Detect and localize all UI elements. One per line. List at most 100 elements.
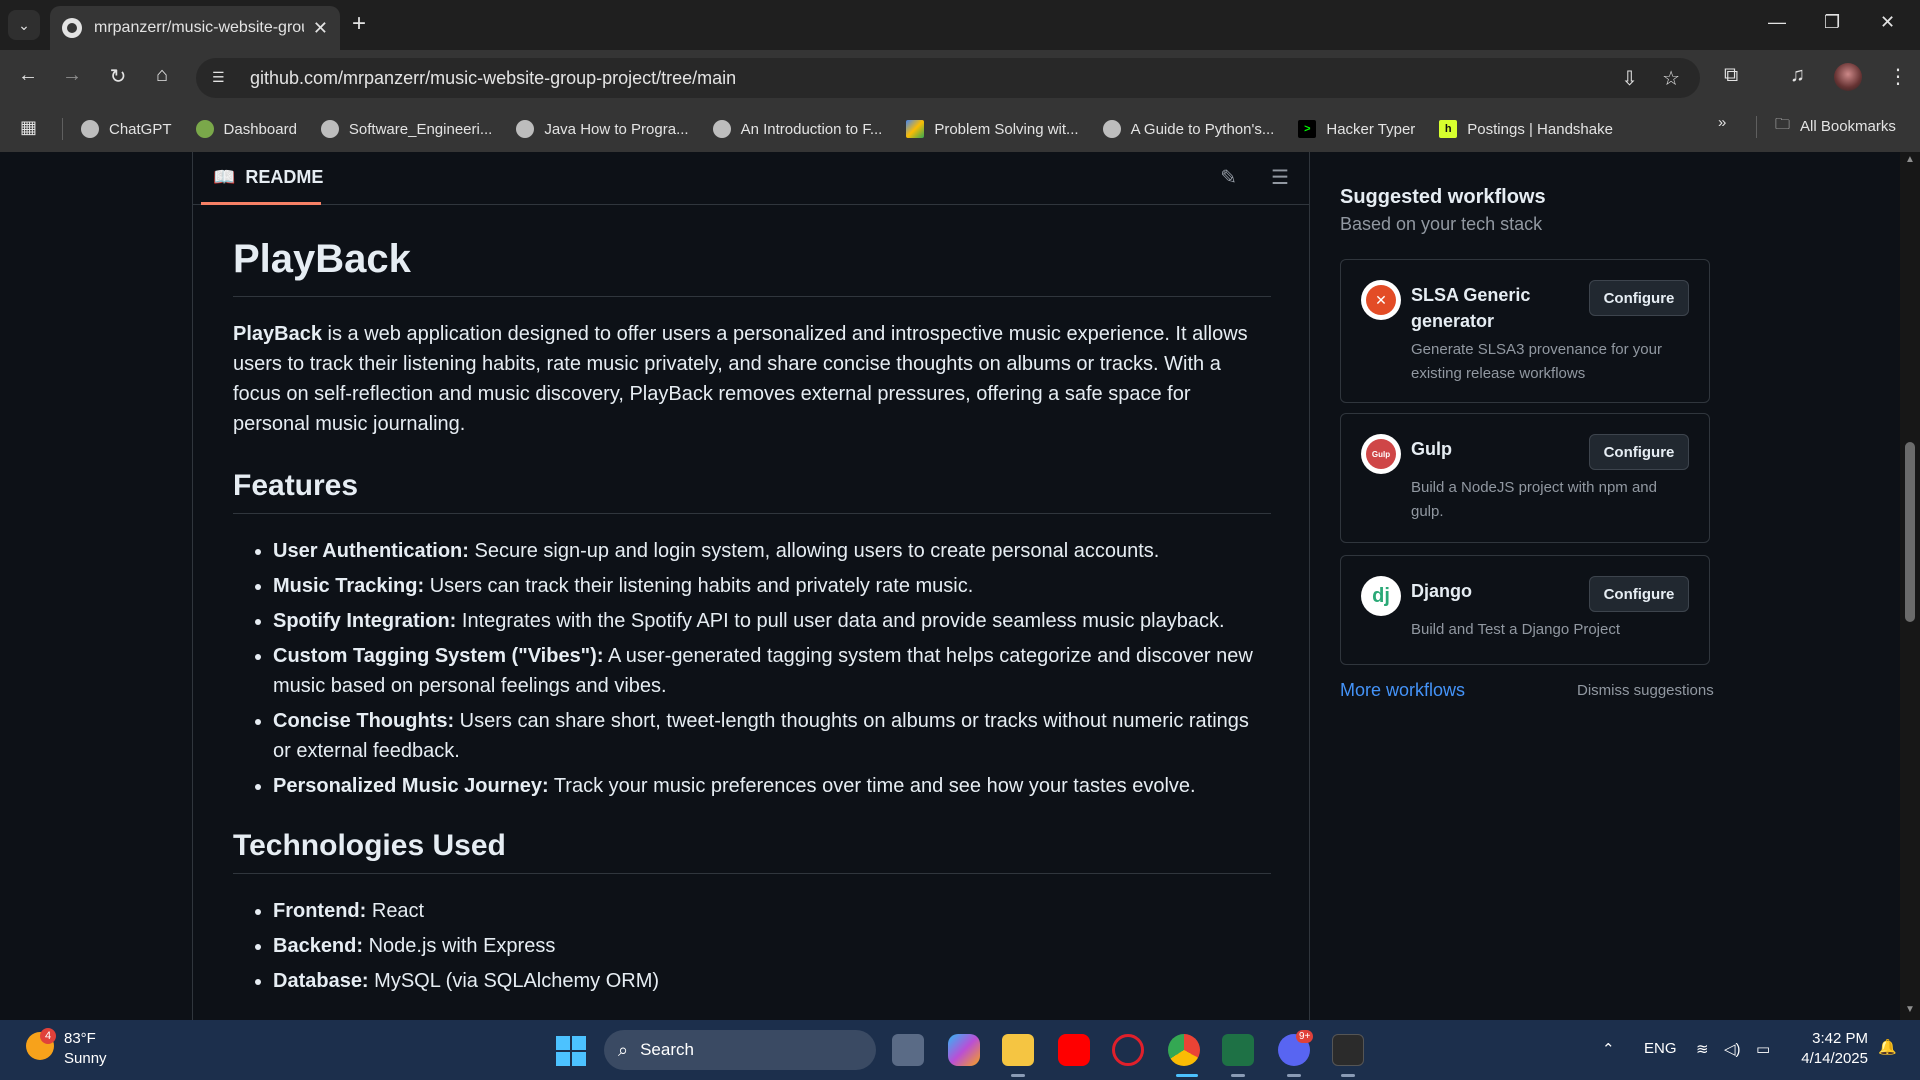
clock-time[interactable]: 3:42 PM — [1800, 1030, 1868, 1047]
minimize-icon[interactable]: — — [1768, 12, 1786, 33]
clock-date[interactable]: 4/14/2025 — [1790, 1050, 1868, 1067]
apps-grid-icon[interactable]: ▦ — [20, 117, 44, 141]
close-tab-icon[interactable]: ✕ — [313, 18, 328, 39]
new-tab-button[interactable]: + — [352, 12, 366, 36]
terminal-app-icon[interactable] — [1332, 1034, 1364, 1066]
item-bold: Spotify Integration: — [273, 610, 457, 632]
bookmark-chatgpt[interactable]: ChatGPT — [81, 120, 172, 138]
edit-pencil-icon[interactable]: ✎ — [1220, 165, 1237, 190]
outline-list-icon[interactable]: ☰ — [1271, 165, 1289, 190]
drive-icon — [906, 120, 925, 138]
battery-icon[interactable]: ▭ — [1756, 1040, 1770, 1058]
notification-bell-icon[interactable]: 🔔 — [1878, 1038, 1897, 1056]
bookmark-handshake[interactable]: h Postings | Handshake — [1439, 120, 1613, 138]
bookmark-dashboard[interactable]: Dashboard — [195, 120, 297, 138]
tab-search-button[interactable]: ⌄ — [8, 10, 40, 40]
youtube-icon[interactable] — [1058, 1034, 1090, 1066]
list-item: Concise Thoughts: Users can share short,… — [273, 706, 1271, 766]
bookmark-label: A Guide to Python's... — [1130, 120, 1275, 138]
task-view-icon[interactable] — [892, 1034, 924, 1066]
list-item: Spotify Integration: Integrates with the… — [273, 606, 1271, 636]
handshake-icon: h — [1439, 120, 1458, 138]
bookmark-introduction[interactable]: An Introduction to F... — [712, 120, 882, 138]
folder-icon: 🗀 — [1775, 116, 1791, 133]
dismiss-suggestions-link[interactable]: Dismiss suggestions — [1577, 682, 1714, 699]
chevron-up-icon[interactable]: ⌃ — [1602, 1040, 1615, 1058]
address-bar[interactable]: ☰ github.com/mrpanzerr/music-website-gro… — [196, 58, 1700, 98]
bookmark-label: Software_Engineeri... — [348, 120, 493, 138]
bookmark-hacker-typer[interactable]: > Hacker Typer — [1298, 120, 1415, 138]
running-indicator — [1231, 1074, 1245, 1077]
bookmark-problem-solving[interactable]: Problem Solving wit... — [906, 120, 1079, 138]
back-icon[interactable]: ← — [14, 64, 42, 87]
wifi-icon[interactable]: ≋ — [1696, 1040, 1709, 1058]
copilot-icon[interactable] — [948, 1034, 980, 1066]
spreadsheet-app-icon[interactable] — [1222, 1034, 1254, 1066]
chrome-icon[interactable] — [1168, 1034, 1200, 1066]
configure-button[interactable]: Configure — [1589, 280, 1689, 316]
home-icon[interactable]: ⌂ — [148, 64, 176, 87]
readme-header: 📖 README ✎ ☰ — [193, 152, 1309, 205]
restore-icon[interactable]: ❐ — [1824, 12, 1840, 33]
windows-taskbar: 4 83°F Sunny ⌕ Search 9+ ⌃ ENG ≋ ◁) ▭ 3:… — [0, 1020, 1920, 1080]
readme-panel: 📖 README ✎ ☰ PlayBack PlayBack is a web … — [192, 152, 1310, 1020]
volume-icon[interactable]: ◁) — [1724, 1040, 1741, 1058]
menu-icon[interactable]: ⋮ — [1888, 64, 1908, 89]
file-explorer-icon[interactable] — [1002, 1034, 1034, 1066]
language-indicator[interactable]: ENG — [1644, 1040, 1677, 1057]
profile-avatar[interactable] — [1834, 63, 1862, 91]
all-bookmarks-button[interactable]: 🗀 All Bookmarks — [1756, 114, 1896, 139]
item-text: Secure sign-up and login system, allowin… — [468, 540, 1160, 562]
configure-button[interactable]: Configure — [1589, 576, 1689, 612]
reload-icon[interactable]: ↻ — [104, 64, 132, 89]
close-window-icon[interactable]: ✕ — [1880, 12, 1895, 33]
site-info-icon[interactable]: ☰ — [212, 69, 230, 87]
bookmark-label: ChatGPT — [109, 120, 172, 138]
django-logo-mark: dj — [1372, 584, 1390, 607]
more-workflows-link[interactable]: More workflows — [1340, 680, 1465, 701]
list-item: Frontend: React — [273, 896, 1271, 926]
features-list: User Authentication: Secure sign-up and … — [233, 536, 1271, 801]
url-text[interactable]: github.com/mrpanzerr/music-website-group… — [250, 68, 736, 89]
item-text: MySQL (via SQLAlchemy ORM) — [368, 970, 660, 992]
bookmark-python-guide[interactable]: A Guide to Python's... — [1102, 120, 1275, 138]
opera-icon[interactable] — [1112, 1034, 1144, 1066]
windows-start-icon[interactable] — [556, 1036, 586, 1066]
install-app-icon[interactable]: ⇩ — [1621, 66, 1638, 91]
book-icon: 📖 — [213, 167, 236, 187]
item-text: Node.js with Express — [363, 935, 556, 957]
item-bold: Music Tracking: — [273, 575, 425, 597]
gulp-logo-icon: Gulp — [1361, 434, 1401, 474]
scroll-up-icon[interactable]: ▲ — [1905, 154, 1915, 165]
running-indicator — [1011, 1074, 1025, 1077]
bookmark-label: Postings | Handshake — [1467, 120, 1613, 138]
dashboard-icon — [195, 120, 214, 138]
media-control-icon[interactable]: ♫ — [1790, 64, 1805, 87]
taskbar-search[interactable]: ⌕ Search — [604, 1030, 876, 1070]
weather-condition[interactable]: Sunny — [64, 1050, 107, 1067]
item-text: Users can track their listening habits a… — [424, 575, 974, 597]
browser-tab-bar: ⌄ mrpanzerr/music-website-group-project … — [0, 0, 1920, 50]
bookmark-label: Hacker Typer — [1326, 120, 1416, 138]
bookmark-star-icon[interactable]: ☆ — [1662, 66, 1680, 91]
readme-markdown: PlayBack PlayBack is a web application d… — [233, 237, 1271, 1020]
extensions-icon[interactable]: ⧉ — [1724, 64, 1738, 87]
bookmark-software-engineering[interactable]: Software_Engineeri... — [320, 120, 493, 138]
readme-tab[interactable]: 📖 README — [201, 153, 323, 205]
browser-tab-active[interactable]: mrpanzerr/music-website-group-project ✕ — [50, 6, 340, 50]
weather-temperature[interactable]: 83°F — [64, 1030, 96, 1047]
bookmark-java[interactable]: Java How to Progra... — [516, 120, 689, 138]
workflow-description: Build and Test a Django Project — [1411, 621, 1621, 638]
page-content: 📖 README ✎ ☰ PlayBack PlayBack is a web … — [0, 152, 1920, 1020]
scroll-thumb[interactable] — [1905, 442, 1915, 622]
workflow-card-gulp: Gulp Gulp Build a NodeJS project with np… — [1340, 413, 1710, 543]
configure-button[interactable]: Configure — [1589, 434, 1689, 470]
workflow-name: Django — [1411, 581, 1472, 601]
running-indicator — [1287, 1074, 1301, 1077]
workflow-card-slsa: ✕ SLSA Generic generator Generate SLSA3 … — [1340, 259, 1710, 403]
forward-icon[interactable]: → — [58, 64, 86, 87]
scroll-down-icon[interactable]: ▼ — [1905, 1004, 1915, 1015]
more-bookmarks-icon[interactable]: » — [1718, 114, 1726, 131]
slsa-logo-icon: ✕ — [1361, 280, 1401, 320]
page-scrollbar[interactable]: ▲ ▼ — [1900, 152, 1920, 1020]
